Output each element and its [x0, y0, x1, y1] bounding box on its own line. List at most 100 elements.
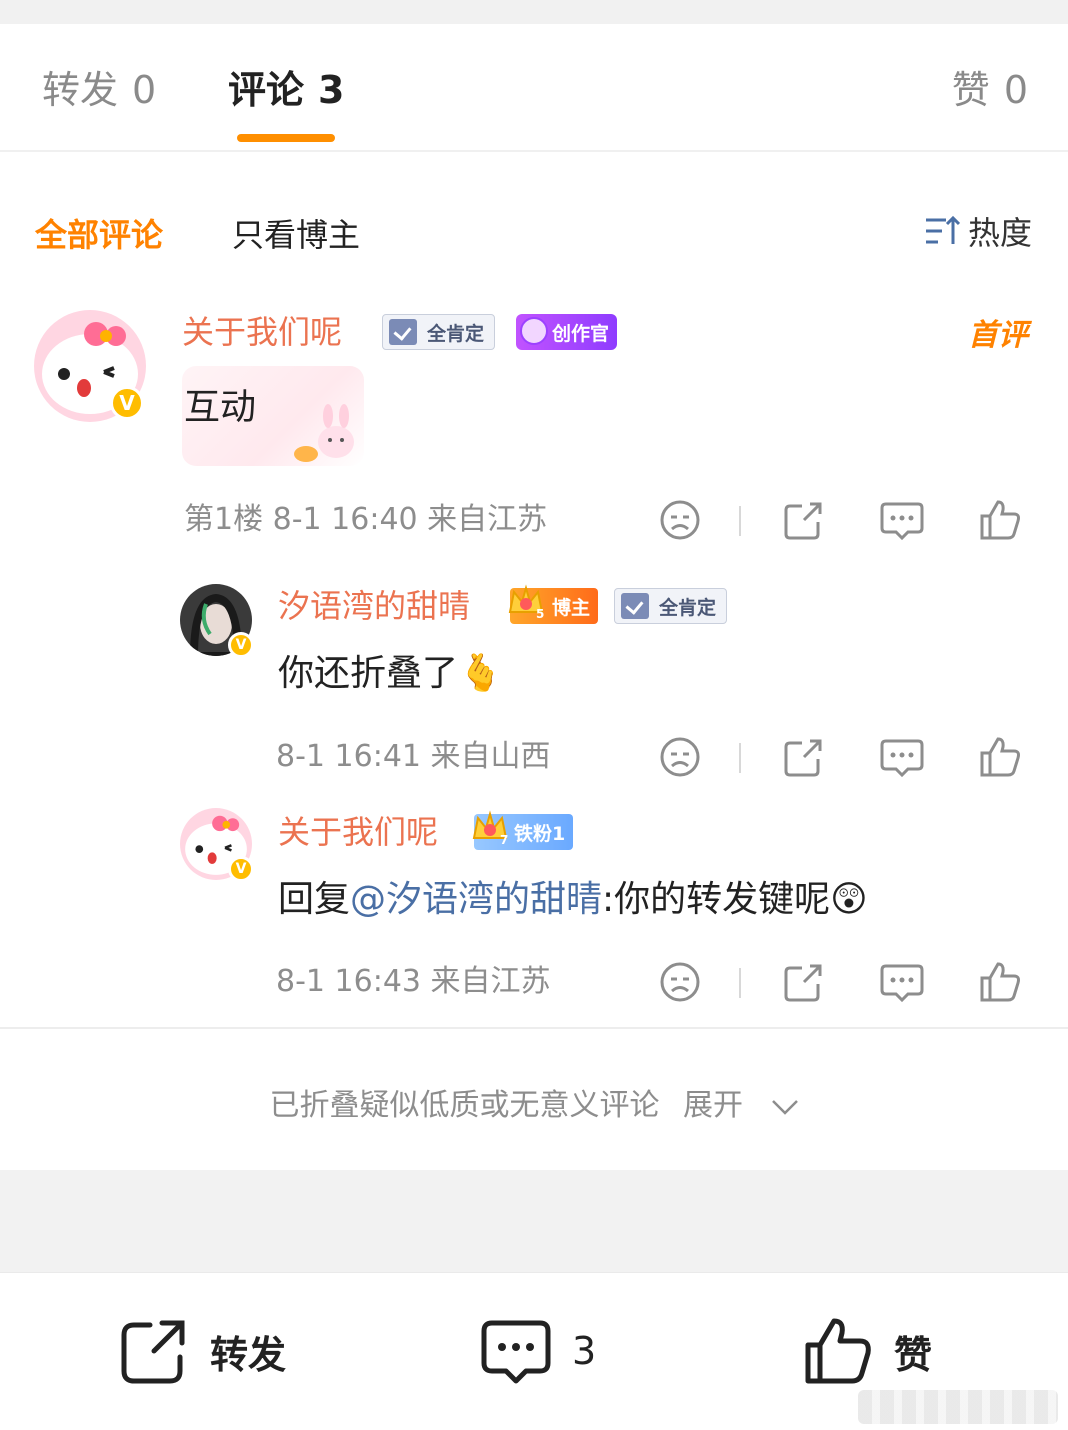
dislike-button[interactable]: [656, 496, 704, 544]
calendar-check-icon: [621, 593, 649, 619]
expand-label: 展开: [683, 1088, 743, 1123]
sad-face-icon: [660, 962, 700, 1002]
comment-meta: 8-1 16:43 来自江苏: [276, 964, 551, 999]
creator-icon: [520, 317, 548, 345]
comment-button[interactable]: 3: [478, 1313, 596, 1389]
comment-filter-bar: 全部评论 只看博主 热度: [0, 200, 1068, 264]
tab-bar: 转发 0 评论 3 赞0: [0, 24, 1068, 152]
verified-badge-icon: V: [110, 386, 144, 420]
like-button[interactable]: 赞: [800, 1313, 932, 1389]
filter-owner-only[interactable]: 只看博主: [232, 210, 360, 256]
repost-icon: [121, 1320, 185, 1384]
thumbs-up-icon: [980, 500, 1020, 540]
blogger-badge[interactable]: 5 博主: [508, 584, 599, 624]
comment-username[interactable]: 关于我们呢: [278, 812, 438, 852]
dislike-button[interactable]: [656, 733, 704, 781]
action-divider: [739, 743, 741, 773]
badge-label: 铁粉1: [514, 822, 566, 845]
comment-actions: [656, 496, 1036, 544]
tab-repost-count: 0: [132, 68, 157, 112]
tab-likes-label: 赞: [951, 68, 990, 112]
thumbs-up-icon: [980, 962, 1020, 1002]
folded-text: 已折叠疑似低质或无意义评论: [269, 1088, 660, 1123]
sad-face-icon: [660, 737, 700, 777]
tab-comments-label: 评论: [228, 68, 305, 112]
top-strip: [0, 0, 1068, 24]
reply-button[interactable]: [878, 958, 926, 1006]
verified-badge-icon: V: [228, 632, 254, 658]
sad-face-icon: [660, 500, 700, 540]
like-button[interactable]: [976, 958, 1024, 1006]
tab-likes[interactable]: 赞0: [952, 66, 1028, 114]
avatar[interactable]: V: [180, 808, 254, 882]
tab-comments-count: 3: [318, 68, 345, 112]
sort-by-hot[interactable]: 热度: [924, 208, 1032, 254]
badge-label: 全肯定: [659, 596, 717, 619]
crown-icon: 7: [472, 810, 508, 847]
comment-icon: [880, 964, 924, 1003]
crown-icon: 5: [508, 584, 544, 621]
badge-label: 创作官: [552, 322, 610, 345]
comment-actions: [656, 733, 1036, 781]
full-affirm-badge[interactable]: 全肯定: [614, 588, 728, 624]
tab-likes-count: 0: [1003, 68, 1028, 112]
share-button[interactable]: [780, 496, 828, 544]
creator-badge[interactable]: 创作官: [516, 314, 618, 350]
bunny-sticker-icon: [294, 404, 354, 462]
chevron-down-icon: [771, 1099, 798, 1115]
comment-content: 回复@汐语湾的甜晴:你的转发键呢😲: [278, 876, 868, 924]
comment-icon: [880, 739, 924, 778]
tab-comments[interactable]: 评论 3: [228, 66, 344, 114]
action-divider: [739, 968, 741, 998]
comment-username[interactable]: 汐语湾的甜晴: [278, 586, 470, 626]
like-label: 赞: [894, 1332, 933, 1377]
comment-content: 互动: [184, 387, 257, 428]
sort-label: 热度: [967, 214, 1032, 252]
reply-prefix: 回复: [278, 879, 351, 920]
crown-level: 7: [500, 833, 508, 847]
crown-level: 5: [536, 607, 544, 621]
verified-badge-icon: V: [228, 856, 254, 882]
first-comment-tag: 首评: [968, 318, 1028, 353]
badge-label: 博主: [552, 596, 591, 619]
share-icon: [784, 502, 822, 540]
calendar-check-icon: [389, 319, 417, 345]
share-icon: [784, 964, 822, 1002]
repost-button[interactable]: 转发: [116, 1313, 286, 1389]
active-tab-indicator: [237, 134, 335, 142]
thumbs-up-icon: [805, 1318, 871, 1384]
dislike-button[interactable]: [656, 958, 704, 1006]
comment-meta: 第1楼 8-1 16:40 来自江苏: [184, 502, 548, 537]
gray-spacer: [0, 1170, 1068, 1272]
comment-content: 你还折叠了🫰: [278, 653, 503, 694]
like-button[interactable]: [976, 733, 1024, 781]
repost-label: 转发: [210, 1332, 287, 1377]
reply-button[interactable]: [878, 733, 926, 781]
sort-icon: [925, 215, 960, 244]
folded-comments-toggle[interactable]: 已折叠疑似低质或无意义评论 展开: [0, 1080, 1068, 1124]
avatar[interactable]: V: [180, 584, 254, 658]
comment-icon: [481, 1320, 551, 1384]
filter-all-comments[interactable]: 全部评论: [35, 210, 163, 256]
reply-button[interactable]: [878, 496, 926, 544]
tab-repost[interactable]: 转发 0: [42, 66, 156, 114]
comment-username[interactable]: 关于我们呢: [182, 312, 342, 352]
badge-label: 全肯定: [427, 322, 485, 345]
share-button[interactable]: [780, 733, 828, 781]
watermark: [858, 1390, 1058, 1424]
comment-meta: 8-1 16:41 来自山西: [276, 739, 551, 774]
avatar[interactable]: V: [34, 310, 146, 422]
iron-fan-badge[interactable]: 7 铁粉1: [472, 810, 574, 850]
thumbs-up-icon: [980, 737, 1020, 777]
action-divider: [739, 506, 741, 536]
like-button[interactable]: [976, 496, 1024, 544]
full-affirm-badge[interactable]: 全肯定: [382, 314, 496, 350]
comment-count: 3: [572, 1329, 597, 1373]
comment-actions: [656, 958, 1036, 1006]
share-button[interactable]: [780, 958, 828, 1006]
share-icon: [784, 739, 822, 777]
mention-link[interactable]: @汐语湾的甜晴: [350, 879, 602, 920]
bottom-toolbar: 转发 3 赞: [0, 1272, 1068, 1430]
reply-text: :你的转发键呢😲: [602, 879, 868, 920]
section-divider: [0, 1027, 1068, 1029]
